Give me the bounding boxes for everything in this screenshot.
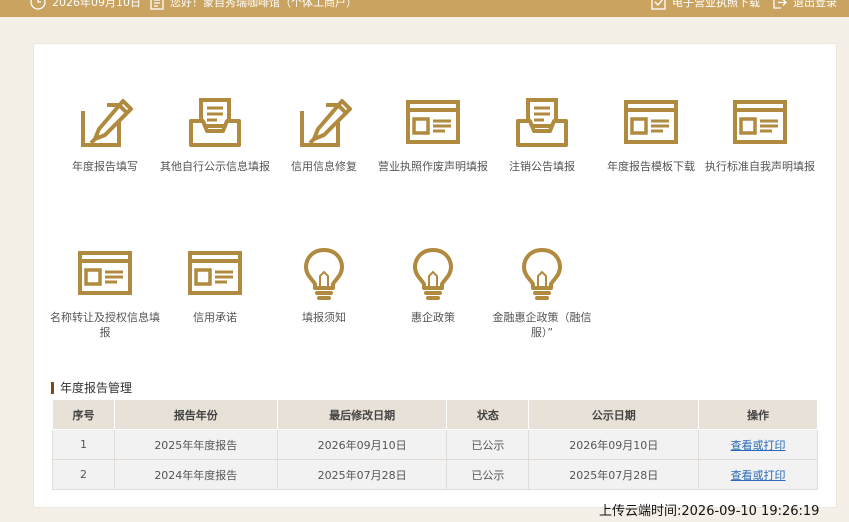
table-cell: 1 bbox=[52, 429, 115, 460]
download-license-label: 电子营业执照下载 bbox=[672, 0, 760, 9]
window-form-icon bbox=[406, 100, 460, 144]
download-license-link[interactable]: 电子营业执照下载 bbox=[651, 0, 760, 10]
checkbox-icon bbox=[651, 0, 666, 10]
table-cell: 2025年07月28日 bbox=[528, 459, 700, 490]
view-print-link[interactable]: 查看或打印 bbox=[731, 439, 786, 452]
lightbulb-icon bbox=[304, 248, 344, 300]
logout-icon bbox=[773, 0, 787, 9]
greeting-text: 您好！蒙自秀瑞咖啡馆（个体工商户） bbox=[170, 0, 357, 9]
table-cell: 查看或打印 bbox=[698, 459, 818, 490]
table-cell: 2024年年度报告 bbox=[113, 459, 278, 490]
func-cancellation-notice[interactable]: 注销公告填报 bbox=[487, 95, 597, 174]
func-label: 信用承诺 bbox=[193, 311, 237, 324]
func-label: 信用信息修复 bbox=[291, 160, 357, 173]
func-license-void-statement[interactable]: 营业执照作废声明填报 bbox=[378, 95, 488, 174]
clock-icon bbox=[30, 0, 46, 10]
func-label: 金融惠企政策（融信服）” bbox=[492, 311, 592, 339]
table-row: 2 2024年年度报告 2025年07月28日 已公示 2025年07月28日 … bbox=[52, 459, 818, 490]
func-label: 惠企政策 bbox=[411, 311, 455, 324]
func-label: 营业执照作废声明填报 bbox=[378, 160, 488, 173]
table-cell: 查看或打印 bbox=[698, 429, 818, 460]
edit-icon bbox=[298, 99, 352, 147]
func-standard-self-declaration[interactable]: 执行标准自我声明填报 bbox=[704, 95, 816, 174]
func-finance-policy[interactable]: 金融惠企政策（融信服）” bbox=[487, 246, 597, 340]
func-annual-report-fill[interactable]: 年度报告填写 bbox=[50, 95, 160, 174]
section-marker bbox=[51, 381, 54, 394]
annual-report-section-title: 年度报告管理 bbox=[51, 379, 132, 396]
func-label: 名称转让及授权信息填报 bbox=[50, 311, 160, 339]
lightbulb-icon bbox=[413, 248, 453, 300]
inbox-icon bbox=[189, 98, 241, 147]
func-label: 年度报告模板下载 bbox=[607, 160, 695, 173]
window-form-icon bbox=[733, 100, 787, 144]
document-icon bbox=[150, 0, 164, 10]
func-filing-instructions[interactable]: 填报须知 bbox=[269, 246, 379, 325]
table-cell: 已公示 bbox=[446, 459, 530, 490]
table-cell: 2026年09月10日 bbox=[276, 429, 448, 460]
func-template-download[interactable]: 年度报告模板下载 bbox=[596, 95, 706, 174]
table-cell: 2025年年度报告 bbox=[113, 429, 278, 460]
window-form-icon bbox=[188, 251, 242, 295]
func-credit-repair[interactable]: 信用信息修复 bbox=[269, 95, 379, 174]
window-form-icon bbox=[624, 100, 678, 144]
inbox-icon bbox=[516, 98, 568, 147]
date-area: 2026年09月10日 bbox=[30, 0, 141, 10]
func-label: 注销公告填报 bbox=[509, 160, 575, 173]
lightbulb-icon bbox=[522, 248, 562, 300]
column-header: 序号 bbox=[52, 399, 115, 430]
func-name-transfer[interactable]: 名称转让及授权信息填报 bbox=[50, 246, 160, 340]
column-header: 最后修改日期 bbox=[276, 399, 448, 430]
func-label: 填报须知 bbox=[302, 311, 346, 324]
table-cell: 已公示 bbox=[446, 429, 530, 460]
column-header: 状态 bbox=[446, 399, 530, 430]
top-bar: 2026年09月10日 您好！蒙自秀瑞咖啡馆（个体工商户） 电子营业执照下载 退… bbox=[0, 0, 849, 17]
annual-report-table: 序号 报告年份 最后修改日期 状态 公示日期 操作 1 2025年年度报告 20… bbox=[52, 399, 818, 490]
func-label: 执行标准自我声明填报 bbox=[705, 160, 815, 173]
column-header: 操作 bbox=[698, 399, 818, 430]
upload-timestamp: 上传云端时间:2026-09-10 19:26:19 bbox=[599, 504, 820, 519]
section-title-text: 年度报告管理 bbox=[60, 381, 133, 395]
column-header: 公示日期 bbox=[528, 399, 700, 430]
logout-link[interactable]: 退出登录 bbox=[772, 0, 837, 10]
window-form-icon bbox=[78, 251, 132, 295]
table-header-row: 序号 报告年份 最后修改日期 状态 公示日期 操作 bbox=[52, 399, 818, 430]
func-other-disclosure[interactable]: 其他自行公示信息填报 bbox=[160, 95, 270, 174]
func-label: 其他自行公示信息填报 bbox=[160, 160, 270, 173]
func-credit-commitment[interactable]: 信用承诺 bbox=[160, 246, 270, 325]
column-header: 报告年份 bbox=[113, 399, 278, 430]
edit-icon bbox=[79, 99, 133, 147]
greeting-area: 您好！蒙自秀瑞咖啡馆（个体工商户） bbox=[150, 0, 357, 10]
logout-label: 退出登录 bbox=[793, 0, 837, 9]
table-row: 1 2025年年度报告 2026年09月10日 已公示 2026年09月10日 … bbox=[52, 429, 818, 460]
current-date: 2026年09月10日 bbox=[52, 0, 141, 9]
table-cell: 2 bbox=[52, 459, 115, 490]
table-cell: 2025年07月28日 bbox=[276, 459, 448, 490]
view-print-link[interactable]: 查看或打印 bbox=[731, 469, 786, 482]
func-label: 年度报告填写 bbox=[72, 160, 138, 173]
table-cell: 2026年09月10日 bbox=[528, 429, 700, 460]
func-enterprise-policy[interactable]: 惠企政策 bbox=[378, 246, 488, 325]
